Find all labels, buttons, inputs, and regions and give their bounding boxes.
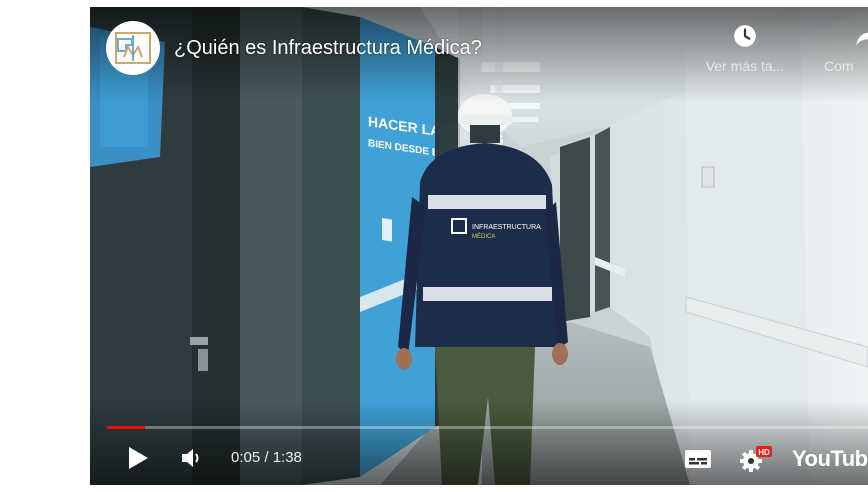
subtitles-icon xyxy=(685,450,711,468)
time-display: 0:05 / 1:38 xyxy=(231,449,302,466)
watch-later-button[interactable]: Ver más ta... xyxy=(690,23,800,74)
clock-icon xyxy=(734,25,756,47)
progress-bar[interactable] xyxy=(107,426,868,429)
progress-played xyxy=(107,426,146,429)
channel-logo-icon xyxy=(115,32,151,64)
hd-badge-label: HD xyxy=(758,448,770,457)
play-button[interactable] xyxy=(126,446,150,475)
settings-button[interactable]: HD xyxy=(740,445,774,478)
share-arrow-icon xyxy=(856,32,868,46)
share-button[interactable]: Com xyxy=(824,23,868,74)
share-label: Com xyxy=(824,58,854,74)
play-icon xyxy=(129,447,148,469)
svg-text:INFRAESTRUCTURA: INFRAESTRUCTURA xyxy=(472,224,541,231)
watch-later-label: Ver más ta... xyxy=(705,58,785,74)
youtube-logo[interactable]: YouTube xyxy=(792,446,868,472)
volume-icon xyxy=(182,449,199,467)
volume-button[interactable] xyxy=(181,447,205,474)
video-player[interactable]: HACER LAS COSAS BIEN DESDE EL COMIENZO I… xyxy=(90,7,868,485)
gear-icon: HD xyxy=(740,446,772,472)
video-title[interactable]: ¿Quién es Infraestructura Médica? xyxy=(174,37,482,60)
svg-text:MÉDICA: MÉDICA xyxy=(472,233,495,240)
subtitles-button[interactable] xyxy=(684,449,712,474)
channel-avatar[interactable] xyxy=(106,21,160,75)
